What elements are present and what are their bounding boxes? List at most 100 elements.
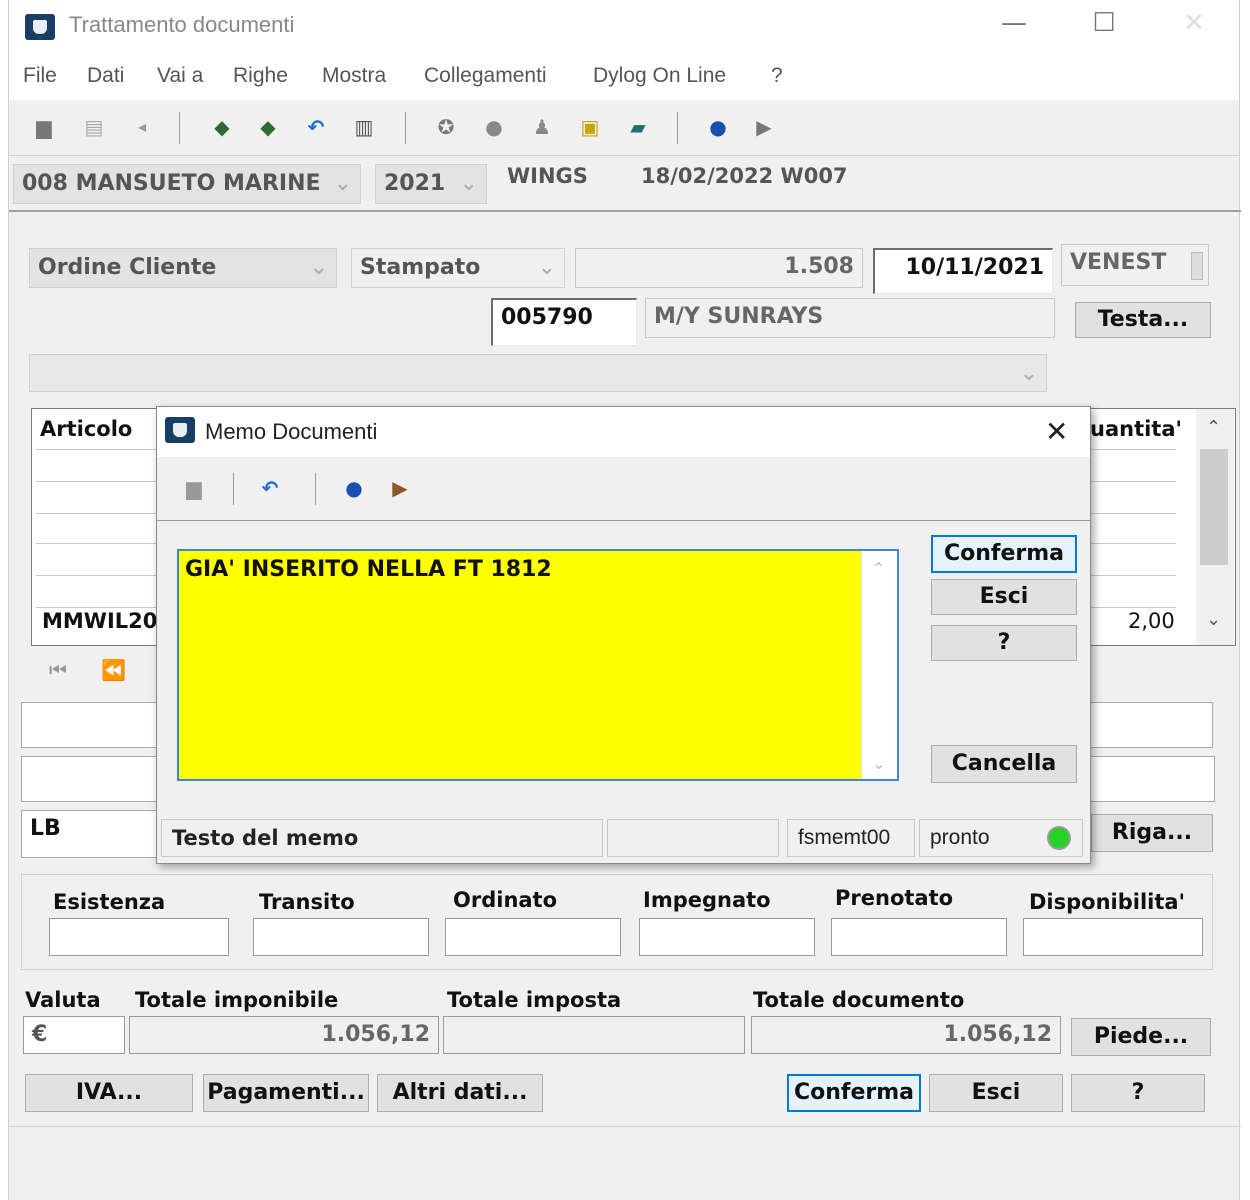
memo-toolbar: ▆ ↶ ● ▶ <box>157 457 1090 521</box>
menu-file[interactable]: File <box>23 64 57 88</box>
company-select[interactable]: 008 MANSUETO MARINE ⌄ <box>13 164 361 204</box>
prenotato-field[interactable] <box>831 918 1007 956</box>
label-ordinato: Ordinato <box>453 888 558 912</box>
close-icon[interactable]: ✕ <box>1045 415 1068 448</box>
memo-scrollbar[interactable]: ⌃ ⌄ <box>861 551 897 779</box>
trash-icon[interactable]: ▥ <box>351 114 377 140</box>
memo-esci-button[interactable]: Esci <box>931 579 1077 615</box>
label-impegnato: Impegnato <box>643 888 771 912</box>
memo-textarea[interactable]: GIA' INSERITO NELLA FT 1812 ⌃ ⌄ <box>177 549 899 781</box>
first-record-icon[interactable]: ⏮ <box>49 658 67 682</box>
help-button[interactable]: ? <box>1071 1074 1205 1112</box>
memo-conferma-button[interactable]: Conferma <box>931 535 1077 573</box>
forward-arrow-icon[interactable]: ◆ <box>255 114 281 140</box>
impegnato-field[interactable] <box>639 918 815 956</box>
menu-collegamenti[interactable]: Collegamenti <box>424 64 547 88</box>
scroll-thumb[interactable] <box>1200 449 1228 565</box>
transito-field[interactable] <box>253 918 429 956</box>
undo-icon[interactable]: ↶ <box>303 114 329 140</box>
client-name-field[interactable]: M/Y SUNRAYS <box>645 298 1055 338</box>
undo-icon[interactable]: ↶ <box>257 475 283 501</box>
label-prenotato: Prenotato <box>835 886 954 910</box>
close-button[interactable]: ✕ <box>1174 8 1214 38</box>
totale-imponibile-field[interactable]: 1.056,12 <box>129 1016 439 1054</box>
label-valuta: Valuta <box>25 988 101 1012</box>
help-icon[interactable]: ● <box>341 475 367 501</box>
prev-page-icon[interactable]: ⏪ <box>101 658 126 682</box>
riga-button[interactable]: Riga... <box>1091 814 1213 852</box>
pagamenti-button[interactable]: Pagamenti... <box>203 1074 369 1112</box>
chevron-up-icon[interactable]: ⌃ <box>872 559 885 578</box>
attach-icon[interactable]: ◂ <box>129 114 155 140</box>
year-select[interactable]: 2021 ⌄ <box>375 164 487 204</box>
grid-scrollbar[interactable]: ⌃ ⌄ <box>1196 409 1234 645</box>
totale-imposta-field[interactable] <box>443 1016 745 1054</box>
esistenza-field[interactable] <box>49 918 229 956</box>
chevron-up-icon[interactable]: ⌃ <box>1206 417 1221 438</box>
memo-status-empty <box>607 819 779 857</box>
menu-help[interactable]: ? <box>771 64 783 88</box>
print-icon[interactable]: ▆ <box>31 114 57 140</box>
agent-field[interactable]: VENEST <box>1061 244 1209 286</box>
note-icon[interactable]: ▣ <box>577 114 603 140</box>
stamp-icon[interactable]: ✪ <box>433 114 459 140</box>
valuta-field[interactable]: € <box>23 1016 125 1054</box>
ordinato-field[interactable] <box>445 918 621 956</box>
status-select[interactable]: Stampato ⌄ <box>351 248 565 288</box>
menu-mostra[interactable]: Mostra <box>322 64 386 88</box>
menu-righe[interactable]: Righe <box>233 64 288 88</box>
menu-dati[interactable]: Dati <box>87 64 124 88</box>
camera-icon[interactable]: ▰ <box>625 114 651 140</box>
iva-button[interactable]: IVA... <box>25 1074 193 1112</box>
row-quantity[interactable]: 2,00 <box>1128 609 1175 633</box>
unit-field[interactable]: LB <box>21 810 161 858</box>
exit-icon[interactable]: ▶ <box>387 475 413 501</box>
print-preview-icon[interactable]: ▤ <box>81 114 107 140</box>
chevron-down-icon[interactable]: ⌄ <box>872 754 885 773</box>
row-article-code[interactable]: MMWIL202 <box>42 609 172 633</box>
menu-vai-a[interactable]: Vai a <box>157 64 203 88</box>
minimize-button[interactable]: — <box>994 8 1034 38</box>
label-totale-documento: Totale documento <box>753 988 965 1012</box>
chevron-down-icon: ⌄ <box>309 255 328 280</box>
chevron-down-icon: ⌄ <box>333 171 352 196</box>
esci-button[interactable]: Esci <box>929 1074 1063 1112</box>
client-code-field[interactable]: 005790 <box>491 298 637 346</box>
title-bar: Trattamento documenti — ☐ ✕ <box>9 0 1239 54</box>
date-code-label: 18/02/2022 W007 <box>641 164 848 188</box>
piede-button[interactable]: Piede... <box>1071 1018 1211 1056</box>
document-number-field[interactable]: 1.508 <box>575 248 863 288</box>
exit-icon[interactable]: ▶ <box>751 114 777 140</box>
description-select[interactable]: ⌄ <box>29 354 1047 392</box>
label-totale-imposta: Totale imposta <box>447 988 622 1012</box>
disponibilita-field[interactable] <box>1023 918 1203 956</box>
memo-dialog: Memo Documenti ✕ ▆ ↶ ● ▶ GIA' INSERITO N… <box>156 406 1091 864</box>
back-arrow-icon[interactable]: ◆ <box>209 114 235 140</box>
col-quantita-header: uantita' <box>1090 417 1182 441</box>
chevron-down-icon: ⌄ <box>537 255 556 280</box>
altri-dati-button[interactable]: Altri dati... <box>377 1074 543 1112</box>
help-icon[interactable]: ● <box>705 114 731 140</box>
chevron-down-icon[interactable]: ⌄ <box>1206 609 1221 630</box>
menu-dylog-on-line[interactable]: Dylog On Line <box>593 64 726 88</box>
print-icon[interactable]: ▆ <box>181 475 207 501</box>
memo-help-button[interactable]: ? <box>931 625 1077 661</box>
app-logo-icon <box>25 14 55 40</box>
agent-scroll[interactable] <box>1191 252 1203 280</box>
document-date-field[interactable]: 10/11/2021 <box>873 248 1053 294</box>
maximize-button[interactable]: ☐ <box>1084 8 1124 38</box>
status-led-icon <box>1047 826 1071 850</box>
label-disponibilita: Disponibilita' <box>1029 890 1186 914</box>
memo-dialog-title-bar: Memo Documenti ✕ <box>157 407 1090 457</box>
testa-button[interactable]: Testa... <box>1075 302 1211 338</box>
totale-documento-field[interactable]: 1.056,12 <box>751 1016 1061 1054</box>
memo-cancella-button[interactable]: Cancella <box>931 745 1077 783</box>
document-type-select[interactable]: Ordine Cliente ⌄ <box>29 248 337 288</box>
globe-icon[interactable]: ● <box>481 114 507 140</box>
company-value: 008 MANSUETO MARINE <box>22 171 321 196</box>
status-value: Stampato <box>360 255 481 280</box>
menu-bar: File Dati Vai a Righe Mostra Collegament… <box>9 54 1239 100</box>
user-search-icon[interactable]: ♟ <box>529 114 555 140</box>
label-esistenza: Esistenza <box>53 890 166 914</box>
conferma-button[interactable]: Conferma <box>787 1074 921 1112</box>
